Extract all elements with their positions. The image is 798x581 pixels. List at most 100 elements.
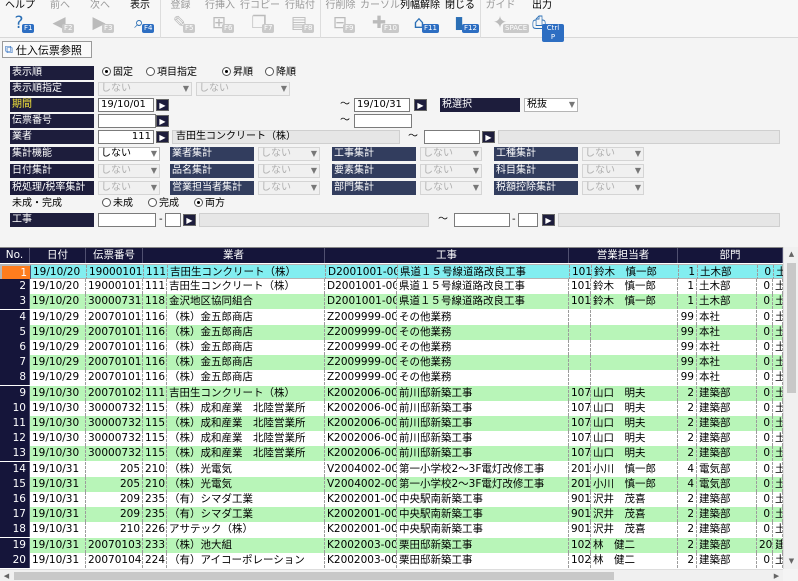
extra-name-cell[interactable]: 土	[773, 476, 783, 492]
extra-code-cell[interactable]: 0	[757, 552, 773, 568]
scroll-right-icon[interactable]: ▶	[770, 570, 783, 581]
table-row[interactable]: 17 19/10/31 209 235 （有）シマダ工業 K2002001-00 中央駅南新…	[0, 507, 783, 523]
dept-code-cell[interactable]: 4	[678, 461, 697, 477]
vertical-scrollbar[interactable]: ▲ ▼	[783, 247, 798, 569]
work-type-agg-select[interactable]: しない ▼	[582, 147, 644, 161]
date-cell[interactable]: 19/10/20	[30, 294, 86, 310]
row-number[interactable]: 10	[0, 400, 30, 416]
extra-name-cell[interactable]: 土	[773, 446, 783, 462]
vendor-name-cell[interactable]: （株）金五郎商店	[167, 324, 325, 340]
row-number[interactable]: 1	[1, 265, 31, 280]
job-code-cell[interactable]: K2002006-00	[325, 431, 397, 447]
table-row[interactable]: 13 19/10/30 30000732 115 （株）成和産業 北陸営業所 K20020…	[0, 446, 783, 462]
dept-code-cell[interactable]: 1	[678, 279, 697, 295]
staff-name-cell[interactable]: 山口 明夫	[591, 385, 678, 401]
job-name-cell[interactable]: 前川邸新築工事	[397, 385, 569, 401]
job-agg-select[interactable]: しない ▼	[420, 147, 482, 161]
table-row[interactable]: 5 19/10/29 20070101 116 （株）金五郎商店 Z2009999-00 そ…	[0, 324, 783, 340]
dept-name-cell[interactable]: 建築部	[697, 552, 757, 568]
table-row[interactable]: 14 19/10/31 205 210 （株）光電気 V2004002-00 第一小学校2～…	[0, 461, 783, 477]
slip-number-cell[interactable]: 205	[86, 476, 143, 492]
radio-item-specified[interactable]: 項目指定	[146, 66, 197, 80]
dept-code-cell[interactable]: 2	[678, 537, 697, 553]
scroll-up-icon[interactable]: ▲	[784, 247, 798, 261]
toolbar-button-output[interactable]: 出力 ⎙ Ctrl P	[520, 0, 564, 42]
row-number[interactable]: 3	[0, 294, 30, 310]
slip-number-cell[interactable]: 20070101	[86, 370, 143, 386]
row-number[interactable]: 6	[0, 340, 30, 355]
job-code-cell[interactable]: K2002003-00	[325, 537, 397, 553]
date-cell[interactable]: 19/10/20	[30, 279, 86, 295]
staff-name-cell[interactable]: 沢井 茂喜	[591, 507, 678, 523]
staff-code-cell[interactable]	[569, 355, 591, 371]
extra-name-cell[interactable]: 建	[773, 537, 783, 553]
job-code-cell[interactable]: K2002001-00	[325, 507, 397, 523]
radio-ascending[interactable]: 昇順	[222, 66, 253, 80]
table-row[interactable]: 3 19/10/20 30000731 118 金沢地区協同組合 D2001001-00 県…	[0, 294, 783, 310]
table-row[interactable]: 15 19/10/31 205 210 （株）光電気 V2004002-00 第一小学校2～…	[0, 476, 783, 492]
toolbar-button-column-width[interactable]: 列幅解除 ⌂ F11	[400, 0, 440, 38]
vendor-code-cell[interactable]: 210	[143, 476, 167, 492]
job-code-cell[interactable]: Z2009999-00	[325, 340, 397, 355]
dept-name-cell[interactable]: 本社	[697, 309, 757, 325]
dept-name-cell[interactable]: 本社	[697, 355, 757, 371]
job-code-cell[interactable]: Z2009999-00	[325, 370, 397, 386]
column-header-department[interactable]: 部門	[678, 248, 783, 263]
job-code-cell[interactable]: Z2009999-00	[325, 324, 397, 340]
staff-code-cell[interactable]: 201	[569, 461, 591, 477]
vendor-code-cell[interactable]: 235	[143, 492, 167, 507]
job-name-cell[interactable]: 栗田邸新築工事	[397, 552, 569, 568]
vendor-code-cell[interactable]: 115	[143, 446, 167, 462]
toolbar-button-register[interactable]: 登録 ✎ F5	[160, 0, 200, 38]
extra-name-cell[interactable]: 土	[773, 400, 783, 416]
vendor-name-cell[interactable]: （株）成和産業 北陸営業所	[167, 416, 325, 431]
vendor-code-cell[interactable]: 116	[143, 370, 167, 386]
row-number[interactable]: 17	[0, 507, 30, 523]
table-row[interactable]: 6 19/10/29 20070101 116 （株）金五郎商店 Z2009999-00 そ…	[0, 340, 783, 355]
order-spec-select-1[interactable]: しない ▼	[98, 82, 192, 96]
dept-name-cell[interactable]: 建築部	[697, 446, 757, 462]
vendor-code-cell[interactable]: 115	[143, 416, 167, 431]
job-name-cell[interactable]: 前川邸新築工事	[397, 446, 569, 462]
period-to-lookup-button[interactable]: ▶	[414, 99, 427, 111]
radio-complete[interactable]: 完成	[148, 197, 179, 211]
date-cell[interactable]: 19/10/29	[30, 309, 86, 325]
extra-code-cell[interactable]: 0	[757, 385, 773, 401]
dept-name-cell[interactable]: 建築部	[697, 537, 757, 553]
table-row[interactable]: 7 19/10/29 20070101 116 （株）金五郎商店 Z2009999-00 そ…	[0, 355, 783, 371]
vendor-name-cell[interactable]: （有）シマダ工業	[167, 492, 325, 507]
job-code-cell[interactable]: K2002006-00	[325, 400, 397, 416]
item-agg-select[interactable]: しない ▼	[258, 164, 320, 178]
vendor-code-cell[interactable]: 235	[143, 507, 167, 523]
vendor-name-cell[interactable]: アサテック（株）	[167, 522, 325, 538]
dept-code-cell[interactable]: 2	[678, 552, 697, 568]
vendor-name-cell[interactable]: （株）成和産業 北陸営業所	[167, 446, 325, 462]
extra-name-cell[interactable]: 土	[773, 370, 783, 386]
vendor-code-cell[interactable]: 226	[143, 522, 167, 538]
extra-name-cell[interactable]: 土	[773, 522, 783, 538]
staff-code-cell[interactable]: 102	[569, 537, 591, 553]
date-cell[interactable]: 19/10/29	[30, 355, 86, 371]
staff-name-cell[interactable]: 山口 明夫	[591, 400, 678, 416]
extra-name-cell[interactable]: 土	[773, 385, 783, 401]
extra-code-cell[interactable]: 0	[758, 265, 774, 280]
staff-name-cell[interactable]: 沢井 茂喜	[591, 522, 678, 538]
slip-number-cell[interactable]: 20070101	[86, 309, 143, 325]
date-agg-select[interactable]: しない ▼	[98, 164, 160, 178]
job-code-cell[interactable]: D2001001-00	[325, 279, 397, 295]
staff-name-cell[interactable]: 林 健二	[591, 552, 678, 568]
slip-number-cell[interactable]: 20070101	[86, 355, 143, 371]
column-header-no[interactable]: No.	[0, 248, 30, 263]
job-name-cell[interactable]: その他業務	[397, 355, 569, 371]
toolbar-button-arrow-left[interactable]: 前へ ◀ F2	[40, 0, 80, 38]
date-cell[interactable]: 19/10/31	[30, 492, 86, 507]
vendor-name-cell[interactable]: （有）シマダ工業	[167, 507, 325, 523]
extra-code-cell[interactable]: 0	[757, 294, 773, 310]
staff-name-cell[interactable]: 林 健二	[591, 537, 678, 553]
dept-name-cell[interactable]: 本社	[697, 370, 757, 386]
staff-code-cell[interactable]	[569, 309, 591, 325]
panel-title-tab[interactable]: ⧉ 仕入伝票参照	[2, 41, 92, 58]
slip-number-cell[interactable]: 209	[86, 507, 143, 523]
job-code-cell[interactable]: Z2009999-00	[325, 309, 397, 325]
staff-name-cell[interactable]: 鈴木 慎一郎	[591, 279, 678, 295]
